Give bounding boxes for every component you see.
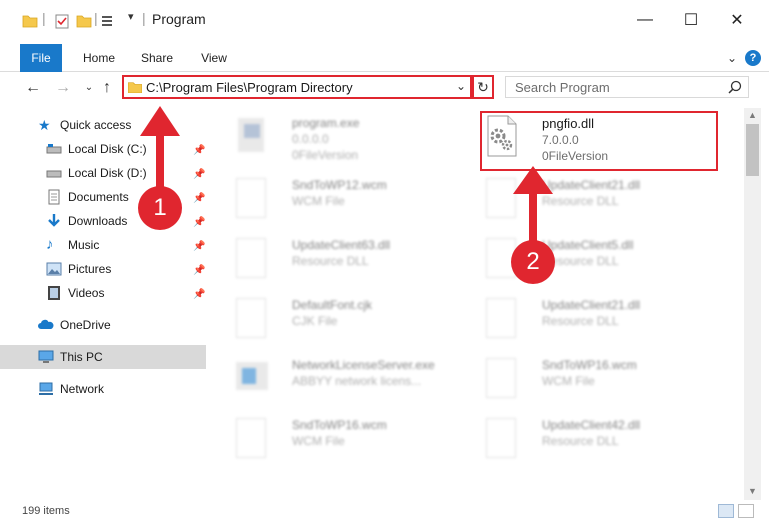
large-icons-view-button[interactable] xyxy=(738,504,754,518)
file-list: program.exe 0.0.0.0 0FileVersion pngfio.… xyxy=(214,108,744,500)
drive-icon xyxy=(46,144,62,154)
file-item[interactable]: UpdateClient42.dll Resource DLL xyxy=(464,410,704,466)
computer-icon xyxy=(38,350,54,363)
new-folder-icon[interactable] xyxy=(76,12,92,30)
file-item[interactable]: UpdateClient63.dll Resource DLL xyxy=(214,230,454,286)
minimize-button[interactable]: — xyxy=(622,0,668,40)
step-2-badge: 2 xyxy=(511,240,555,284)
separator: | xyxy=(142,10,146,26)
search-icon[interactable] xyxy=(728,80,742,94)
help-icon[interactable]: ? xyxy=(745,50,761,66)
dll-gear-icon xyxy=(236,238,266,278)
dll-gear-icon xyxy=(486,418,516,458)
window-title: Program xyxy=(152,11,206,27)
scroll-up-icon[interactable]: ▲ xyxy=(748,110,757,120)
chevron-down-icon[interactable]: ⌄ xyxy=(456,79,466,93)
music-icon: ♪ xyxy=(46,236,54,253)
details-view-button[interactable] xyxy=(718,504,734,518)
drive-icon xyxy=(46,170,62,178)
dll-gear-icon xyxy=(486,178,516,218)
tab-view[interactable]: View xyxy=(194,44,234,72)
exe-icon xyxy=(238,118,264,152)
nav-quick-access[interactable]: ★ Quick access xyxy=(0,113,206,137)
file-item[interactable]: SndToWP12.wcm WCM File xyxy=(214,170,454,226)
nav-network[interactable]: Network xyxy=(0,377,206,401)
exe-icon xyxy=(236,362,268,390)
tab-share[interactable]: Share xyxy=(136,44,178,72)
ribbon: File Home Share View ⌄ ? xyxy=(0,44,769,72)
separator: | xyxy=(94,10,98,26)
file-item[interactable]: SndToWP16.wcm WCM File xyxy=(214,410,454,466)
file-icon xyxy=(236,178,266,218)
file-item[interactable]: program.exe 0.0.0.0 0FileVersion xyxy=(214,108,454,164)
nav-onedrive[interactable]: OneDrive xyxy=(0,313,206,337)
customize-icon[interactable] xyxy=(100,12,116,30)
download-icon xyxy=(48,214,60,227)
file-item[interactable]: NetworkLicenseServer.exe ABBYY network l… xyxy=(214,350,454,406)
highlight-box xyxy=(480,111,718,171)
refresh-button[interactable]: ↻ xyxy=(472,75,494,99)
pin-icon: 📌 xyxy=(193,289,206,300)
pin-icon: 📌 xyxy=(193,193,206,204)
back-button[interactable]: ← xyxy=(22,78,44,98)
documents-icon xyxy=(48,189,60,205)
file-item[interactable]: SndToWP16.wcm WCM File xyxy=(464,350,704,406)
cloud-icon xyxy=(38,319,54,329)
file-item[interactable]: UpdateClient5.dll Resource DLL xyxy=(464,230,704,286)
pin-icon: 📌 xyxy=(193,217,206,228)
navigation-pane: ★ Quick access Local Disk (C:) 📌 Local D… xyxy=(0,108,210,498)
nav-local-disk-c[interactable]: Local Disk (C:) xyxy=(0,137,206,161)
file-item[interactable]: UpdateClient21.dll Resource DLL xyxy=(464,170,704,226)
nav-music[interactable]: ♪ Music xyxy=(0,233,206,257)
close-button[interactable]: ✕ xyxy=(714,0,760,40)
nav-pictures[interactable]: Pictures xyxy=(0,257,206,281)
quick-access-dropdown-icon[interactable]: ▾ xyxy=(128,10,134,28)
star-icon: ★ xyxy=(38,117,51,133)
address-bar[interactable]: C:\Program Files\Program Directory ⌄ xyxy=(122,75,472,99)
scrollbar-thumb[interactable] xyxy=(746,124,759,176)
folder-icon xyxy=(22,15,38,28)
status-bar: 199 items xyxy=(0,500,769,531)
pin-icon: 📌 xyxy=(193,241,206,252)
file-icon xyxy=(236,298,266,338)
folder-icon xyxy=(128,82,142,93)
nav-videos[interactable]: Videos xyxy=(0,281,206,305)
properties-icon[interactable] xyxy=(54,12,70,30)
dll-gear-icon xyxy=(486,298,516,338)
step-1-badge: 1 xyxy=(138,186,182,230)
vertical-scrollbar[interactable]: ▲ ▼ xyxy=(744,108,761,500)
tab-home[interactable]: Home xyxy=(78,44,120,72)
file-icon xyxy=(236,418,266,458)
nav-this-pc[interactable]: This PC xyxy=(0,345,206,369)
title-bar: | | ▾ | Program — ☐ ✕ xyxy=(0,0,769,40)
file-item[interactable]: DefaultFont.cjk CJK File xyxy=(214,290,454,346)
search-placeholder: Search Program xyxy=(515,80,610,95)
address-path: C:\Program Files\Program Directory xyxy=(146,80,353,95)
forward-button[interactable]: → xyxy=(52,78,74,98)
expand-ribbon-icon[interactable]: ⌄ xyxy=(727,51,737,65)
pin-icon: 📌 xyxy=(193,265,206,276)
separator: | xyxy=(42,10,46,26)
nav-local-disk-d[interactable]: Local Disk (D:) xyxy=(0,161,206,185)
network-icon xyxy=(39,382,53,395)
tab-file[interactable]: File xyxy=(20,44,62,72)
up-button[interactable]: ↑ xyxy=(96,78,118,98)
scroll-down-icon[interactable]: ▼ xyxy=(748,486,757,496)
maximize-button[interactable]: ☐ xyxy=(668,0,714,40)
videos-icon xyxy=(48,286,60,300)
pictures-icon xyxy=(46,262,62,276)
item-count: 199 items xyxy=(22,505,70,517)
pin-icon: 📌 xyxy=(193,169,206,180)
file-icon xyxy=(486,358,516,398)
search-input[interactable]: Search Program xyxy=(505,76,749,98)
file-item[interactable]: UpdateClient21.dll Resource DLL xyxy=(464,290,704,346)
pin-icon: 📌 xyxy=(193,145,206,156)
